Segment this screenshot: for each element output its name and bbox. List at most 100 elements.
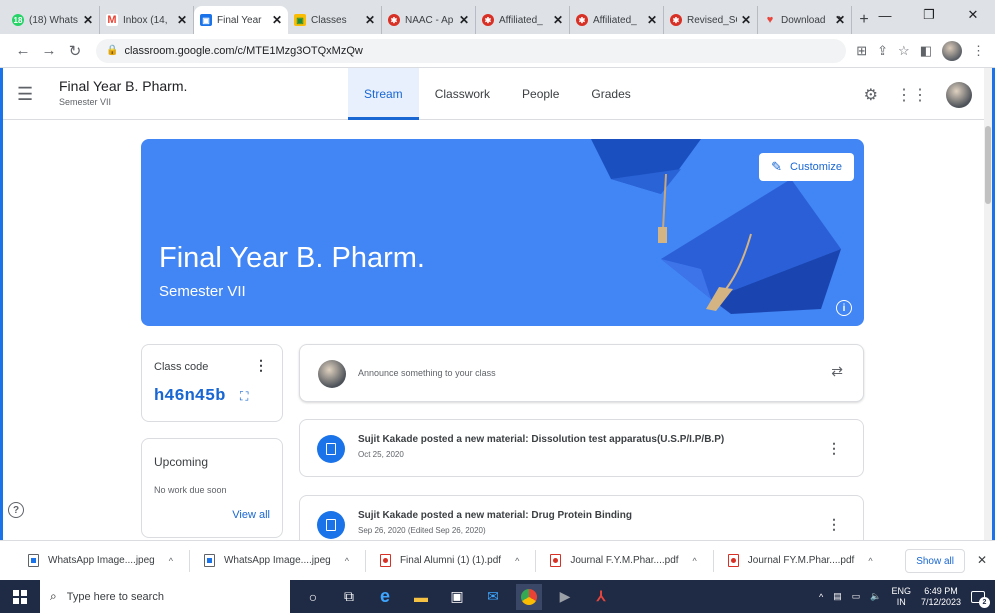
- close-tab-icon[interactable]: ✕: [647, 13, 657, 27]
- divider: [535, 549, 537, 572]
- image-file-icon: [203, 554, 215, 567]
- page-scrollbar-thumb[interactable]: [985, 126, 991, 204]
- browser-tab[interactable]: ✱ Affiliated_ ✕: [570, 6, 664, 34]
- tab-stream[interactable]: Stream: [348, 68, 419, 120]
- volume-icon[interactable]: 🔈: [870, 591, 881, 602]
- tab-grades[interactable]: Grades: [575, 68, 646, 120]
- forward-icon[interactable]: →: [36, 42, 62, 59]
- taskbar-search[interactable]: ⌕ Type here to search: [40, 580, 290, 613]
- side-panel-icon[interactable]: ◧: [920, 43, 932, 59]
- back-icon[interactable]: ←: [10, 42, 36, 59]
- class-code-card: Class code ⋮ h46n45b ⛶: [141, 344, 283, 422]
- edge-icon[interactable]: e: [372, 584, 398, 610]
- notification-icon[interactable]: 2: [971, 590, 990, 608]
- lock-icon[interactable]: 🔒: [106, 45, 118, 56]
- media-player-icon[interactable]: ▶: [552, 584, 578, 610]
- repost-icon[interactable]: ⇄: [831, 363, 843, 380]
- announce-box[interactable]: Announce something to your class ⇄: [299, 344, 864, 402]
- chevron-up-icon[interactable]: ^: [345, 556, 349, 566]
- banner-title: Final Year B. Pharm.: [159, 242, 425, 274]
- cortana-icon[interactable]: ○: [300, 584, 326, 610]
- tab-people[interactable]: People: [506, 68, 575, 120]
- address-bar[interactable]: 🔒 classroom.google.com/c/MTE1Mzg3OTQxMzQ…: [96, 38, 847, 63]
- class-name[interactable]: Final Year B. Pharm.: [59, 78, 187, 94]
- close-tab-icon[interactable]: ✕: [177, 13, 187, 27]
- customize-button[interactable]: ✎ Customize: [759, 153, 854, 181]
- classroom-icon: ▣: [294, 14, 306, 26]
- acrobat-icon[interactable]: ⅄: [588, 584, 614, 610]
- download-item[interactable]: WhatsApp Image....jpeg ^: [28, 554, 173, 567]
- close-tab-icon[interactable]: ✕: [272, 13, 282, 27]
- show-all-downloads-button[interactable]: Show all: [905, 549, 965, 573]
- mail-icon[interactable]: ✉: [480, 584, 506, 610]
- close-tab-icon[interactable]: ✕: [459, 13, 469, 27]
- install-app-icon[interactable]: ⊞: [856, 43, 867, 59]
- chrome-icon[interactable]: [516, 583, 542, 610]
- browser-tab-active[interactable]: ▣ Final Year ✕: [194, 6, 288, 34]
- close-tab-icon[interactable]: ✕: [83, 13, 93, 27]
- stream-post[interactable]: Sujit Kakade posted a new material: Drug…: [299, 495, 864, 541]
- search-icon: ⌕: [50, 589, 57, 603]
- chevron-up-icon[interactable]: ^: [693, 556, 697, 566]
- share-icon[interactable]: ⇪: [877, 43, 888, 59]
- download-item[interactable]: Journal FY.M.Phar....pdf ^: [727, 554, 873, 567]
- browser-tab[interactable]: M Inbox (14, ✕: [100, 6, 194, 34]
- apps-grid-icon[interactable]: ⋮⋮: [896, 85, 928, 105]
- bookmark-star-icon[interactable]: ☆: [898, 43, 910, 59]
- browser-tab[interactable]: 18 (18) Whats ✕: [6, 6, 100, 34]
- chevron-up-icon[interactable]: ^: [819, 592, 823, 602]
- site-icon: ✱: [482, 14, 494, 26]
- profile-avatar[interactable]: [942, 40, 962, 61]
- browser-menu-icon[interactable]: ⋮: [972, 43, 985, 59]
- upcoming-title: Upcoming: [154, 455, 209, 469]
- restore-icon[interactable]: ❐: [907, 0, 951, 30]
- download-item[interactable]: Journal F.Y.M.Phar....pdf ^: [550, 554, 697, 567]
- close-tab-icon[interactable]: ✕: [553, 13, 563, 27]
- info-icon[interactable]: i: [836, 300, 852, 316]
- heart-icon: ♥: [766, 14, 774, 26]
- material-icon: [317, 511, 345, 539]
- chevron-up-icon[interactable]: ^: [169, 556, 173, 566]
- stream-post[interactable]: Sujit Kakade posted a new material: Diss…: [299, 419, 864, 477]
- gear-icon[interactable]: ⚙: [864, 85, 878, 105]
- class-banner: Final Year B. Pharm. Semester VII ✎ Cust…: [141, 139, 864, 326]
- start-button[interactable]: [0, 580, 40, 613]
- clock[interactable]: 6:49 PM 7/12/2023: [921, 586, 961, 608]
- chevron-up-icon[interactable]: ^: [515, 556, 519, 566]
- tab-classwork[interactable]: Classwork: [419, 68, 506, 120]
- file-explorer-icon[interactable]: ▬: [408, 584, 434, 610]
- graduation-caps-illustration: [591, 139, 841, 314]
- material-icon: [317, 435, 345, 463]
- download-item[interactable]: Final Alumni (1) (1).pdf ^: [379, 554, 519, 567]
- browser-tab[interactable]: ✱Revised_SC✕: [664, 6, 758, 34]
- close-tab-icon[interactable]: ✕: [365, 13, 375, 27]
- browser-tab[interactable]: ▣ Classes ✕: [288, 6, 382, 34]
- browser-toolbar: ← → ↻ 🔒 classroom.google.com/c/MTE1Mzg3O…: [0, 34, 995, 68]
- task-view-icon[interactable]: ⧉: [336, 584, 362, 610]
- close-tab-icon[interactable]: ✕: [741, 13, 751, 27]
- tab-search-icon[interactable]: ⌄: [819, 0, 863, 30]
- more-options-icon[interactable]: ⋮: [254, 357, 268, 374]
- close-window-icon[interactable]: ✕: [951, 0, 995, 30]
- download-item[interactable]: WhatsApp Image....jpeg ^: [203, 554, 349, 567]
- minimize-icon[interactable]: —: [863, 0, 907, 30]
- banner-subtitle: Semester VII: [159, 283, 246, 300]
- help-icon[interactable]: ?: [8, 502, 24, 518]
- browser-tab[interactable]: ✱ NAAC - Ap ✕: [382, 6, 476, 34]
- battery-icon[interactable]: ▭: [852, 591, 861, 602]
- account-avatar[interactable]: [946, 82, 972, 108]
- window-controls: ⌄ — ❐ ✕: [819, 0, 995, 30]
- store-icon[interactable]: ▣: [444, 584, 470, 610]
- browser-tab[interactable]: ✱ Affiliated_ ✕: [476, 6, 570, 34]
- more-options-icon[interactable]: ⋮: [827, 440, 841, 457]
- chevron-up-icon[interactable]: ^: [868, 556, 872, 566]
- language-indicator[interactable]: ENG IN: [891, 586, 911, 608]
- network-icon[interactable]: ▤: [833, 591, 842, 602]
- reload-icon[interactable]: ↻: [62, 42, 88, 60]
- avatar: [318, 360, 346, 388]
- fullscreen-icon[interactable]: ⛶: [240, 389, 248, 404]
- main-menu-icon[interactable]: ☰: [17, 84, 33, 105]
- close-icon[interactable]: ✕: [977, 553, 987, 567]
- more-options-icon[interactable]: ⋮: [827, 516, 841, 533]
- view-all-link[interactable]: View all: [232, 509, 270, 521]
